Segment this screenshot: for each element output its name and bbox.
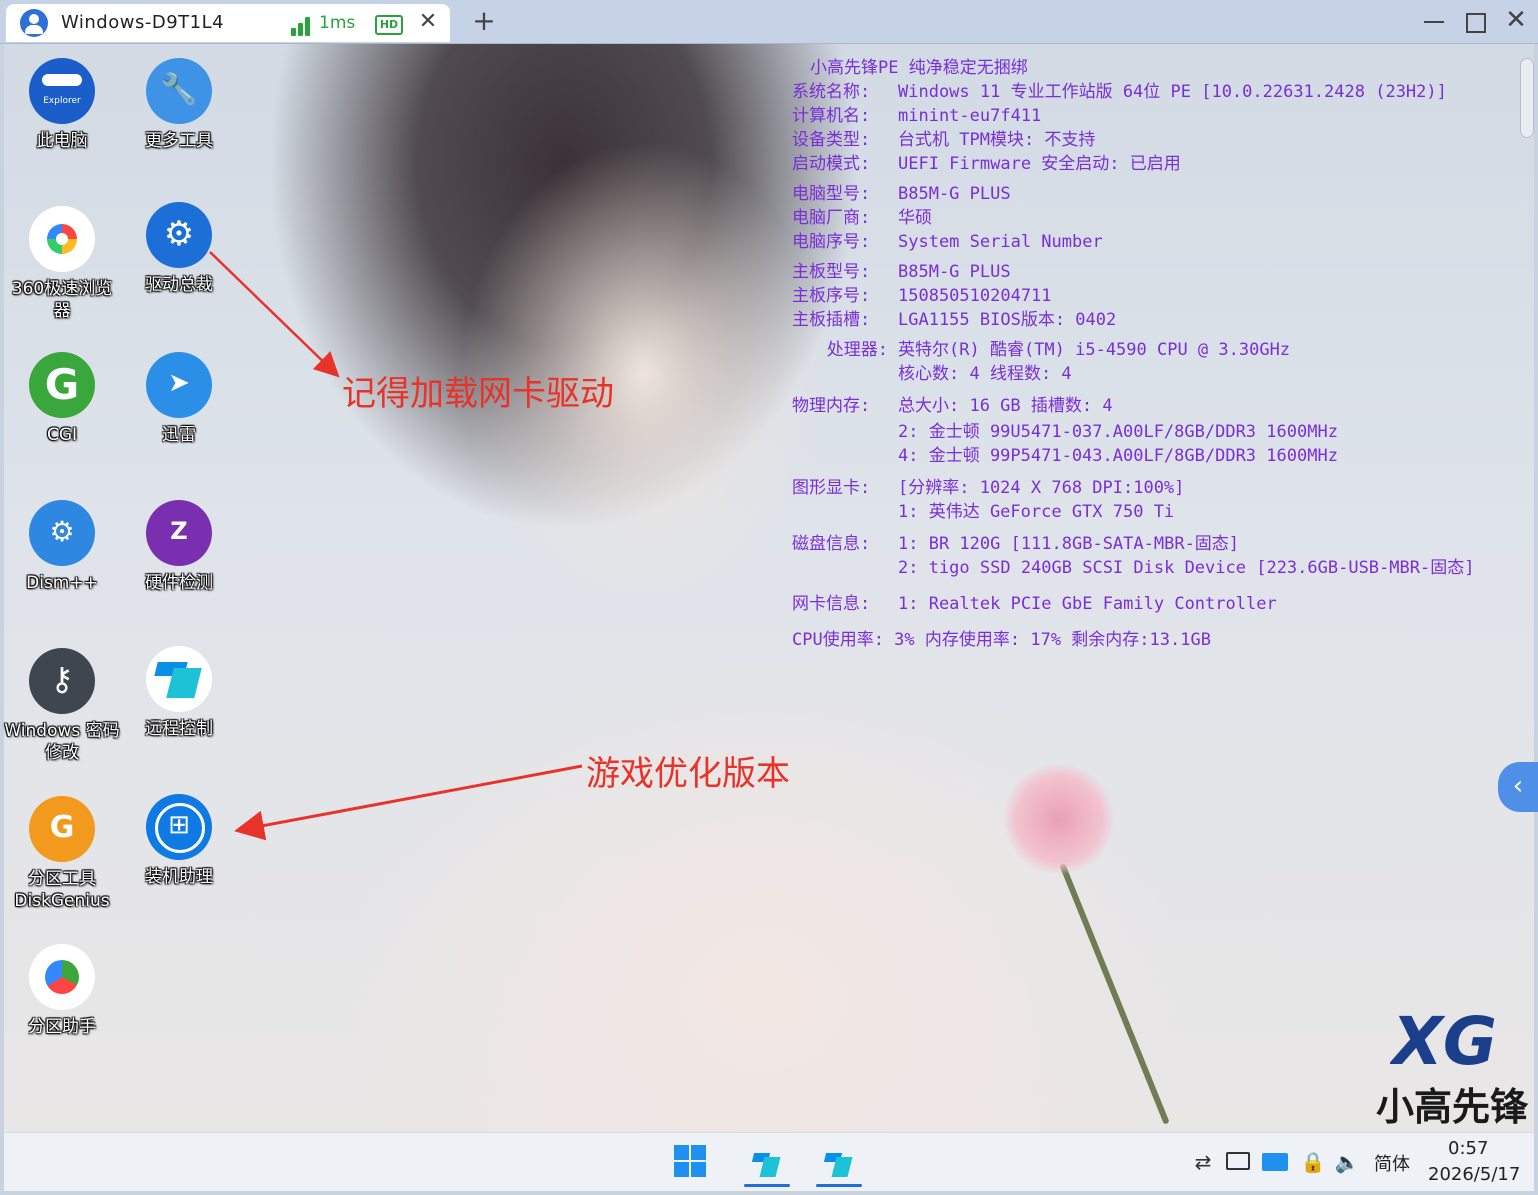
running-indicator — [744, 1184, 790, 1187]
maximize-button[interactable] — [1458, 6, 1490, 36]
user-avatar-icon — [20, 9, 48, 37]
brand-name: 小高先锋 — [1376, 1085, 1529, 1129]
annotation-driver-note: 记得加载网卡驱动 — [342, 374, 614, 414]
info-scrollbar[interactable] — [1520, 58, 1534, 138]
ime-indicator[interactable]: 简体 — [1374, 1150, 1410, 1176]
signal-strength-icon — [291, 16, 313, 36]
xg-logo: XG — [1390, 1003, 1497, 1072]
clock-date[interactable]: 2026/5/17 — [1428, 1164, 1520, 1185]
session-tab[interactable]: Windows-D9T1L4 1ms HD ✕ — [6, 4, 450, 42]
running-indicator — [816, 1184, 862, 1187]
xg-logo-text: XG — [1390, 1003, 1497, 1072]
side-panel-toggle-chevron-icon[interactable]: ‹ — [1498, 762, 1538, 812]
tab-bar: Windows-D9T1L4 1ms HD ✕ + ✕ — [0, 0, 1538, 44]
annotation-setup-note: 游戏优化版本 — [586, 754, 790, 794]
tray-network-share-icon[interactable]: ⇄ — [1190, 1149, 1216, 1175]
close-tab-icon[interactable]: ✕ — [416, 9, 440, 35]
latency-readout: 1ms — [319, 13, 356, 33]
new-tab-button[interactable]: + — [470, 7, 498, 37]
arrow-to-setup-icon — [234, 764, 583, 841]
session-tab-title: Windows-D9T1L4 — [61, 12, 225, 33]
start-button-windows-icon[interactable] — [674, 1145, 708, 1179]
tray-volume-icon[interactable]: 🔈 — [1334, 1149, 1360, 1175]
desktop: Explorer 此电脑 360极速浏览器 G CGI ⚙ Dism++ ⚷ W… — [4, 44, 1538, 1132]
close-window-button[interactable]: ✕ — [1500, 6, 1532, 36]
taskbar-remote-control-app-2[interactable] — [816, 1143, 862, 1189]
remote-desktop-window: Windows-D9T1L4 1ms HD ✕ + ✕ Explorer 此电脑… — [0, 0, 1538, 1195]
minimize-button[interactable] — [1418, 6, 1450, 36]
tray-display-icon[interactable] — [1262, 1153, 1288, 1171]
hd-quality-badge[interactable]: HD — [375, 15, 403, 35]
annotation-arrows — [209, 251, 583, 841]
arrow-to-driver-icon — [209, 251, 340, 378]
taskbar: ⇄ 🔒 🔈 简体 0:57 2026/5/17 — [4, 1132, 1534, 1191]
tray-monitor-icon[interactable] — [1226, 1152, 1250, 1170]
tray-lock-icon[interactable]: 🔒 — [1300, 1149, 1326, 1175]
clock-time[interactable]: 0:57 — [1448, 1138, 1488, 1159]
taskbar-remote-control-app-1[interactable] — [744, 1143, 790, 1189]
